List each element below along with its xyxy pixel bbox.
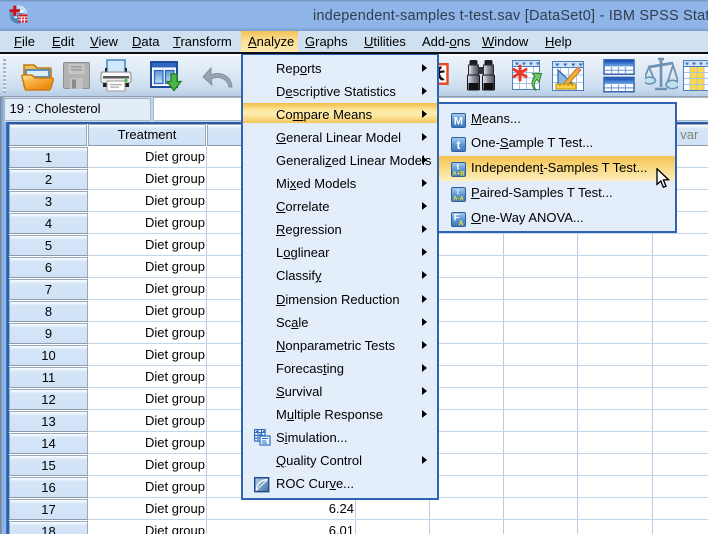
svg-text:A: A <box>458 221 463 228</box>
svg-text:A-A: A-A <box>453 197 464 203</box>
svg-text:A+B: A+B <box>452 172 465 178</box>
svg-text:t: t <box>457 138 461 152</box>
svg-text:t: t <box>457 163 460 172</box>
svg-text:t: t <box>457 188 460 197</box>
svg-text:M: M <box>454 115 463 127</box>
